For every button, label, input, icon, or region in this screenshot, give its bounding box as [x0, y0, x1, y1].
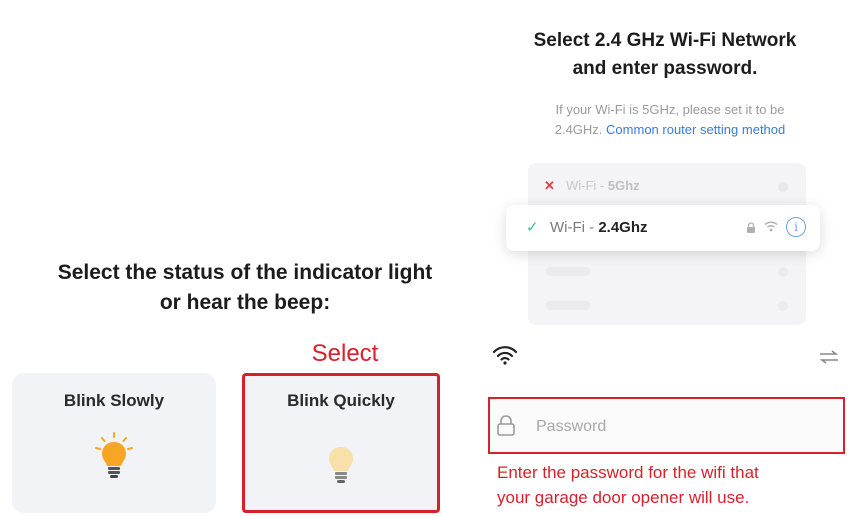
check-icon: ✓ — [526, 219, 539, 236]
wifi-select-title: Select 2.4 GHz Wi-Fi Network and enter p… — [490, 27, 840, 83]
password-annotation-line1: Enter the password for the wifi that — [497, 463, 759, 482]
cross-icon: ✕ — [544, 178, 555, 193]
network-item-5ghz[interactable]: ✕ Wi-Fi - 5Ghz — [528, 166, 806, 206]
lightbulb-icon — [329, 447, 353, 483]
network-name-5ghz: Wi-Fi - 5Ghz — [566, 178, 640, 193]
indicator-status-title-line2: or hear the beep: — [159, 291, 331, 314]
indicator-status-title-line1: Select the status of the indicator light — [57, 261, 433, 284]
switch-network-icon[interactable] — [818, 350, 840, 364]
select-annotation: Select — [311, 340, 379, 367]
blink-slowly-option[interactable]: Blink Slowly — [12, 373, 216, 513]
lock-icon — [497, 415, 515, 436]
password-annotation-line2: your garage door opener will use. — [497, 488, 750, 507]
blink-slowly-label: Blink Slowly — [63, 391, 165, 410]
info-icon[interactable]: i — [786, 217, 806, 237]
wifi-hint-prefix: 2.4GHz. — [554, 122, 603, 137]
placeholder-dot — [778, 267, 788, 277]
lightbulb-icon — [95, 432, 133, 478]
wifi-hint: If your Wi-Fi is 5GHz, please set it to … — [505, 100, 835, 140]
lock-icon — [747, 222, 755, 233]
indicator-status-title: Select the status of the indicator light… — [0, 258, 490, 318]
password-input[interactable] — [534, 413, 828, 441]
blink-quickly-option[interactable]: Blink Quickly — [242, 373, 440, 513]
wifi-select-title-line1: Select 2.4 GHz Wi-Fi Network — [533, 30, 797, 51]
network-item-24ghz[interactable]: ✓ Wi-Fi - 2.4Ghz i — [506, 205, 820, 251]
router-setting-link[interactable]: Common router setting method — [606, 122, 785, 137]
password-annotation: Enter the password for the wifi that you… — [497, 460, 847, 510]
blink-quickly-label: Blink Quickly — [287, 391, 395, 410]
placeholder-row — [546, 301, 590, 310]
wifi-signal-icon — [764, 221, 778, 232]
placeholder-row — [546, 267, 590, 276]
wifi-icon — [492, 346, 518, 365]
network-signal-icon — [778, 182, 788, 192]
network-name-24ghz: Wi-Fi - 2.4Ghz — [550, 219, 648, 236]
wifi-hint-line1: If your Wi-Fi is 5GHz, please set it to … — [555, 102, 785, 117]
password-field-container — [488, 397, 845, 454]
wifi-select-title-line2: and enter password. — [572, 58, 758, 79]
placeholder-dot — [778, 301, 788, 311]
